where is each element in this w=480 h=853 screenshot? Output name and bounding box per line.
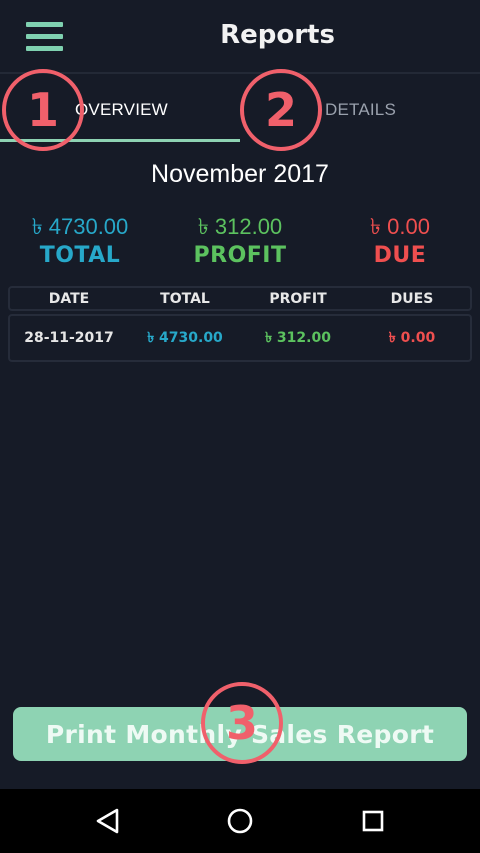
back-triangle-icon[interactable]	[93, 806, 123, 836]
annotation-callout-1: 1	[2, 69, 84, 151]
annotation-callout-2: 2	[240, 69, 322, 151]
column-header-profit: PROFIT	[269, 290, 327, 307]
recent-apps-square-icon[interactable]	[358, 806, 388, 836]
page-title: Reports	[220, 20, 335, 50]
tab-overview-label: OVERVIEW	[75, 100, 168, 119]
column-header-date: DATE	[48, 290, 90, 307]
system-nav-bar	[0, 789, 480, 853]
row-total: ৳ 4730.00	[147, 330, 223, 346]
summary-due: ৳ 0.00 DUE	[320, 213, 480, 271]
annotation-callout-3: 3	[201, 682, 283, 764]
summary-profit-label: PROFIT	[193, 243, 287, 268]
app-bar: Reports	[0, 0, 480, 74]
table-row[interactable]: 28-11-2017 ৳ 4730.00 ৳ 312.00 ৳ 0.00	[8, 314, 472, 362]
table-header: DATE TOTAL PROFIT DUES	[8, 286, 472, 311]
summary-profit: ৳ 312.00 PROFIT	[160, 213, 320, 271]
home-circle-icon[interactable]	[225, 806, 255, 836]
summary-profit-amount: ৳ 312.00	[197, 214, 283, 239]
column-header-dues: DUES	[390, 290, 434, 307]
row-date: 28-11-2017	[24, 330, 114, 346]
summary-total-label: TOTAL	[39, 243, 121, 268]
column-header-total: TOTAL	[160, 290, 210, 307]
report-period: November 2017	[151, 160, 329, 188]
summary-due-label: DUE	[373, 243, 427, 268]
summary-total-amount: ৳ 4730.00	[31, 214, 129, 239]
summary-total: ৳ 4730.00 TOTAL	[0, 213, 160, 271]
summary-due-amount: ৳ 0.00	[370, 214, 430, 239]
tab-details-label: DETAILS	[325, 100, 396, 119]
row-profit: ৳ 312.00	[265, 330, 331, 346]
row-dues: ৳ 0.00	[388, 330, 436, 346]
